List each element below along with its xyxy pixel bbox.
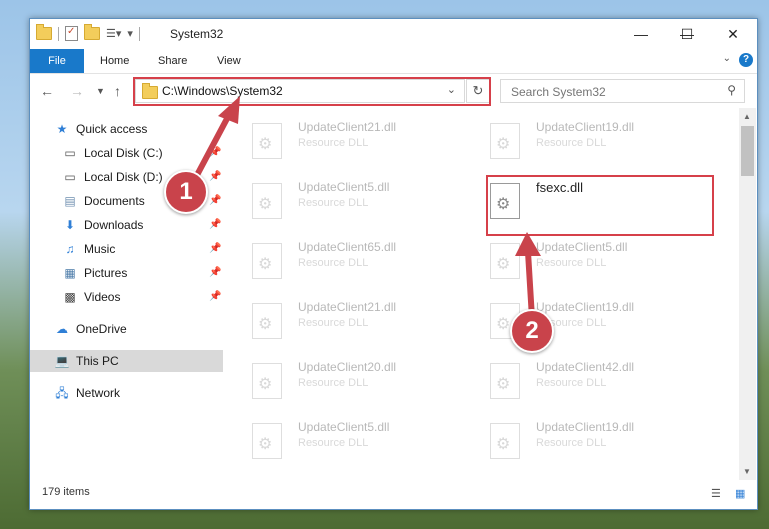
step-2-badge: 2 xyxy=(510,309,554,353)
step-1-badge: 1 xyxy=(164,170,208,214)
arrow-2-head xyxy=(515,232,541,256)
arrow-1-head xyxy=(218,96,240,124)
arrow-1-shaft xyxy=(193,110,233,180)
annotation-arrows xyxy=(193,96,541,321)
